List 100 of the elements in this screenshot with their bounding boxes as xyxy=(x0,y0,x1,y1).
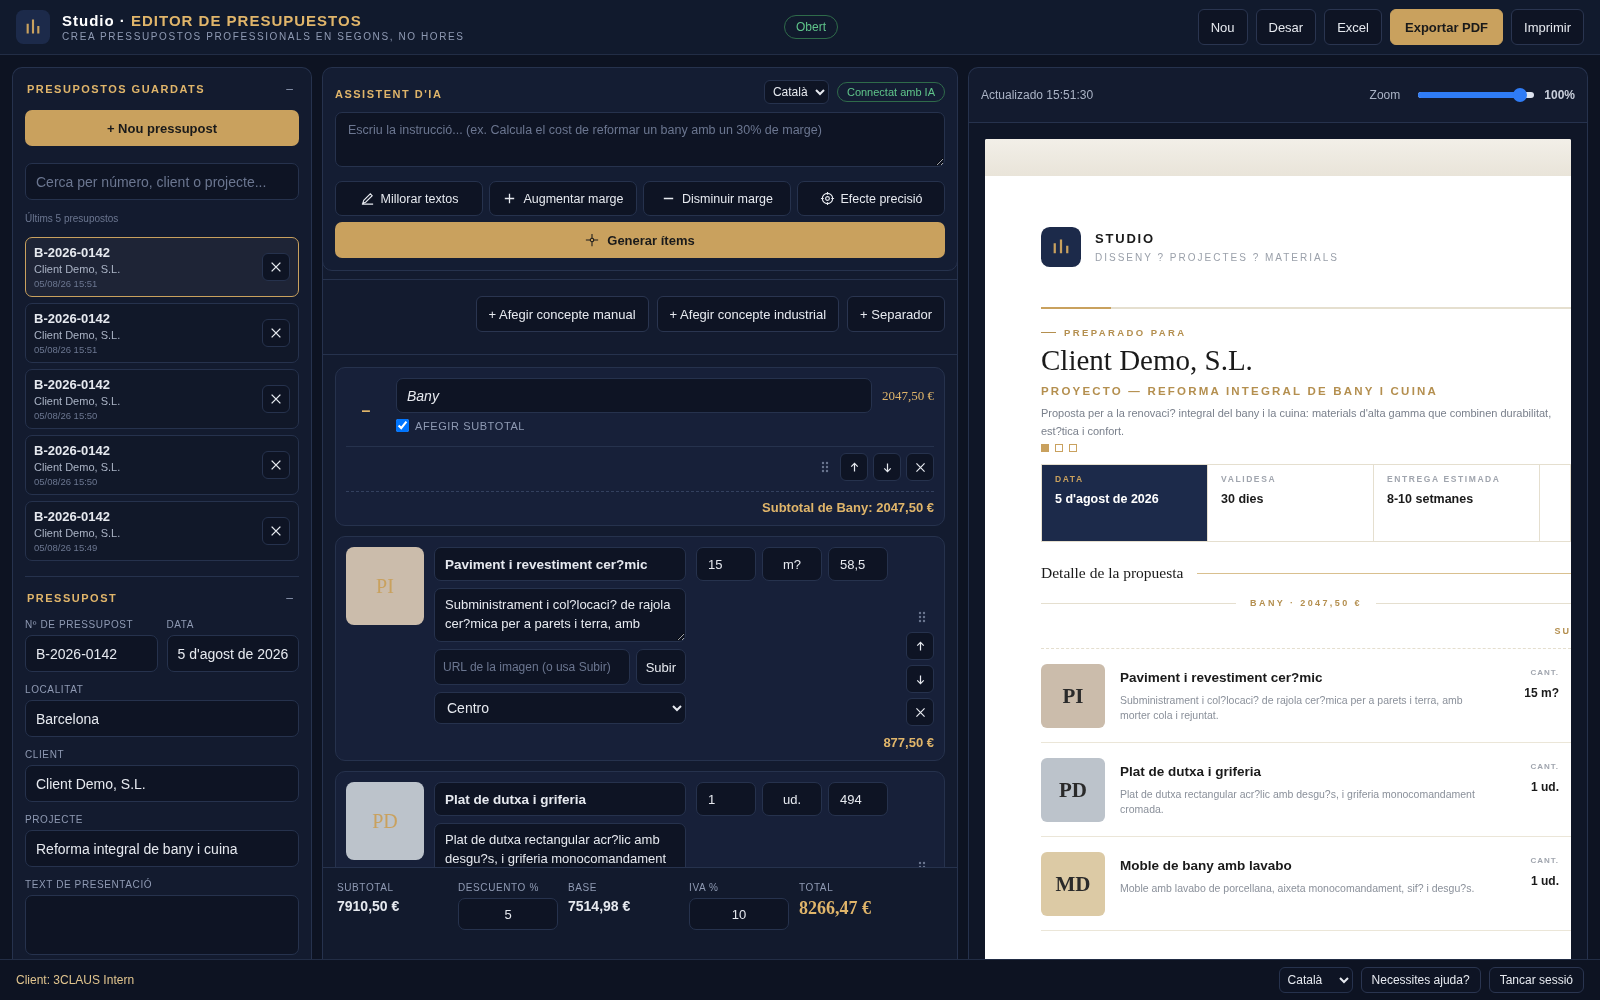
item-description: Plat de dutxa rectangular acr?lic amb desgu?s, i griferia monocomandament cromada. xyxy=(1120,787,1476,817)
budget-number: B-2026-0142 xyxy=(34,311,111,326)
section-name-field[interactable]: Bany xyxy=(396,378,872,413)
text-field[interactable]: B-2026-0142 xyxy=(25,635,158,672)
delete-button[interactable] xyxy=(262,385,290,413)
saved-budget-item[interactable]: B-2026-0142 Client Demo, S.L. 05/08/26 15:50 xyxy=(25,369,299,429)
collapse-button[interactable]: – xyxy=(282,82,297,96)
add-button[interactable]: + Separador xyxy=(847,296,945,332)
move-down-button[interactable] xyxy=(906,665,934,693)
ai-action-button[interactable]: Augmentar marge xyxy=(489,181,637,216)
toolbar-button[interactable]: Desar xyxy=(1255,9,1317,45)
target-icon xyxy=(819,191,835,206)
section-marker: – xyxy=(360,401,372,420)
page-indicator[interactable] xyxy=(1069,444,1077,452)
text-field[interactable]: 5 d'agost de 2026 xyxy=(166,635,299,672)
move-up-button[interactable] xyxy=(906,632,934,660)
budget-date: 05/08/26 15:50 xyxy=(34,476,99,487)
text-field[interactable]: Barcelona xyxy=(25,700,299,737)
delete-button[interactable] xyxy=(906,453,934,481)
section-label: BANY · 2047,50 € xyxy=(1250,598,1362,608)
text-field[interactable]: Reforma integral de bany i cuina xyxy=(25,830,299,867)
text-field[interactable]: Client Demo, S.L. xyxy=(25,765,299,802)
search-field[interactable]: Cerca per número, client o projecte... xyxy=(25,163,299,200)
help-button[interactable]: Necessites ajuda? xyxy=(1360,967,1481,993)
ai-action-button[interactable]: Disminuir marge xyxy=(643,181,791,216)
budget-number: B-2026-0142 xyxy=(34,245,111,260)
prompt-field[interactable]: Escriu la instrucció... (ex. Calcula el cost de reformar un bany amb un 30% de marge) xyxy=(335,112,945,167)
budget-date: 05/08/26 15:51 xyxy=(34,344,99,355)
price-field[interactable]: 494 xyxy=(828,782,888,816)
saved-budget-item[interactable]: B-2026-0142 Client Demo, S.L. 05/08/26 15:51 xyxy=(25,303,299,363)
info-value: 30 dies xyxy=(1221,492,1265,506)
item-description: Subministrament i col?locaci? de rajola cer?mica per a parets i terra, amb morter cola i rejuntat. xyxy=(1120,693,1464,723)
delete-button[interactable] xyxy=(262,253,290,281)
move-up-button[interactable] xyxy=(840,453,868,481)
delete-button[interactable] xyxy=(262,517,290,545)
budget-client: Client Demo, S.L. xyxy=(34,263,122,275)
item-quantity: 15 m? xyxy=(1524,686,1559,700)
close-icon xyxy=(269,326,283,340)
toolbar-button[interactable]: Imprimir xyxy=(1511,9,1584,45)
budget-number: B-2026-0142 xyxy=(34,443,111,458)
unit-field[interactable]: m? xyxy=(762,547,822,581)
delete-button[interactable] xyxy=(906,698,934,726)
saved-budget-item[interactable]: B-2026-0142 Client Demo, S.L. 05/08/26 15:50 xyxy=(25,435,299,495)
collapse-button[interactable]: – xyxy=(282,591,297,605)
item-name-field[interactable]: Plat de dutxa i griferia xyxy=(434,782,686,816)
new-budget-button[interactable]: + Nou pressupost xyxy=(25,110,299,146)
saved-budget-item[interactable]: B-2026-0142 Client Demo, S.L. 05/08/26 15:51 xyxy=(25,237,299,297)
budget-number: B-2026-0142 xyxy=(34,377,111,392)
ai-action-button[interactable]: Millorar textos xyxy=(335,181,483,216)
item-name-field[interactable]: Paviment i revestiment cer?mic xyxy=(434,547,686,581)
field-label: PROJECTE xyxy=(25,814,85,825)
image-url-field[interactable]: URL de la imagen (o usa Subir) xyxy=(434,649,630,685)
close-icon xyxy=(269,524,283,538)
budget-date: 05/08/26 15:49 xyxy=(34,542,99,553)
generate-button[interactable]: Generar ítems xyxy=(335,222,945,258)
grand-total: 8266,47 € xyxy=(799,898,872,919)
total-label: TOTAL xyxy=(799,882,835,893)
quantity-label: CANT. xyxy=(1530,762,1559,771)
move-down-button[interactable] xyxy=(873,453,901,481)
field-label: DATA xyxy=(166,619,196,630)
toolbar-button[interactable]: Exportar PDF xyxy=(1390,9,1504,45)
add-button[interactable]: + Afegir concepte manual xyxy=(475,296,649,332)
toolbar-button[interactable]: Nou xyxy=(1197,9,1248,45)
delete-button[interactable] xyxy=(262,451,290,479)
budget-client: Client Demo, S.L. xyxy=(34,329,122,341)
subtotal-checkbox[interactable] xyxy=(396,419,409,432)
percent-field[interactable]: 5 xyxy=(458,898,558,930)
language-select[interactable]: Català xyxy=(1278,967,1353,993)
drag-handle-icon[interactable] xyxy=(918,611,926,623)
info-value: 5 d'agost de 2026 xyxy=(1055,492,1160,506)
item-thumbnail: PD xyxy=(1041,758,1105,822)
ai-action-button[interactable]: Efecte precisió xyxy=(797,181,945,216)
info-label: DATA xyxy=(1055,474,1085,484)
checkbox-label: AFEGIR SUBTOTAL xyxy=(415,419,526,432)
close-icon xyxy=(913,460,927,474)
delete-button[interactable] xyxy=(262,319,290,347)
description-field[interactable]: Plat de dutxa rectangular acr?lic amb desgu?s, i griferia monocomandament xyxy=(434,823,686,867)
prepared-for-label: PREPARADO PARA xyxy=(1064,327,1187,338)
upload-button[interactable]: Subir xyxy=(635,649,686,685)
drag-handle-icon[interactable] xyxy=(821,461,829,473)
item-thumbnail: MD xyxy=(1041,852,1105,916)
page-indicator[interactable] xyxy=(1055,444,1063,452)
description-field[interactable]: Subministrament i col?locaci? de rajola cer?mica per a parets i terra, amb xyxy=(434,588,686,642)
section-title: PRESSUPOST xyxy=(27,592,118,604)
saved-budget-item[interactable]: B-2026-0142 Client Demo, S.L. 05/08/26 15:49 xyxy=(25,501,299,561)
language-select[interactable]: Català xyxy=(763,80,829,104)
studio-name: STUDIO xyxy=(1095,231,1156,246)
quantity-label: CANT. xyxy=(1530,856,1559,865)
quantity-field[interactable]: 1 xyxy=(696,782,756,816)
logout-button[interactable]: Tancar sessió xyxy=(1488,967,1584,993)
total-label: DESCUENTO % xyxy=(458,882,540,893)
price-field[interactable]: 58,5 xyxy=(828,547,888,581)
budget-client: Client Demo, S.L. xyxy=(34,395,122,407)
quantity-field[interactable]: 15 xyxy=(696,547,756,581)
unit-field[interactable]: ud. xyxy=(762,782,822,816)
toolbar-button[interactable]: Excel xyxy=(1324,9,1382,45)
alignment-select[interactable]: Centro xyxy=(434,692,686,724)
percent-field[interactable]: 10 xyxy=(689,898,789,930)
add-button[interactable]: + Afegir concepte industrial xyxy=(656,296,840,332)
close-icon xyxy=(269,458,283,472)
